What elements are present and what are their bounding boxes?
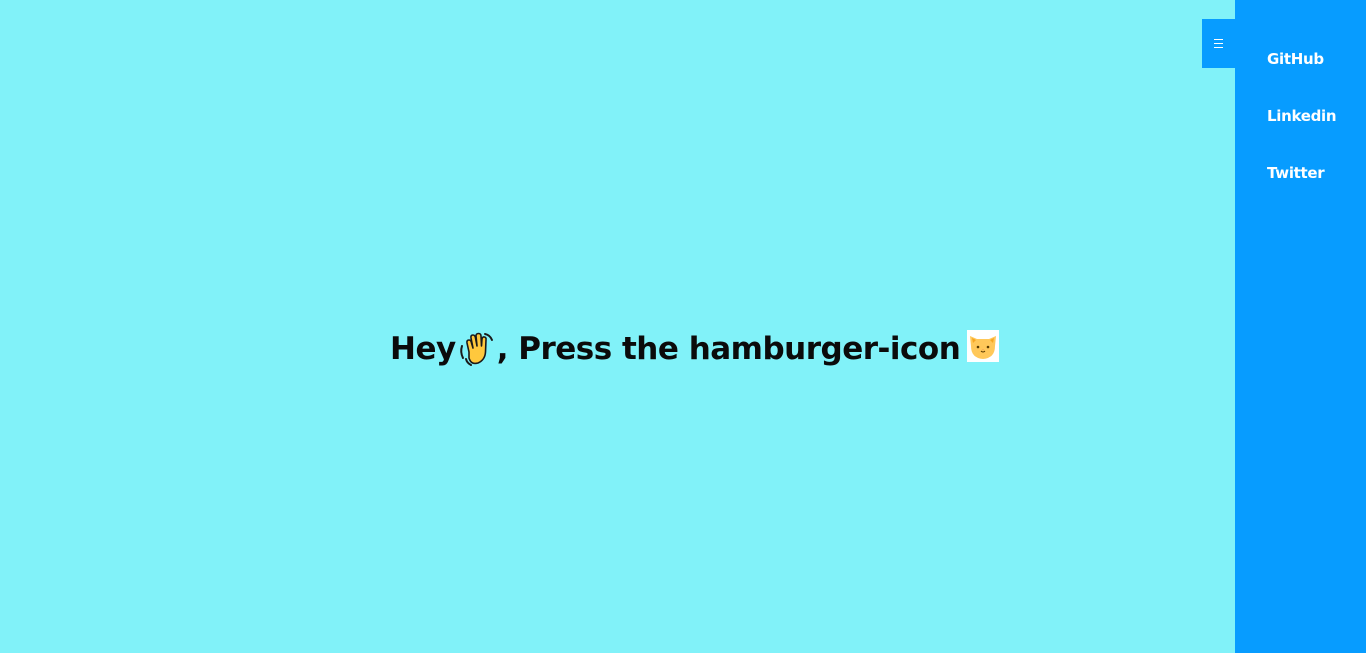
hero-text-rest: , Press the hamburger-icon [496,330,961,367]
hamburger-icon [1214,39,1223,48]
sidebar-link-twitter[interactable]: Twitter [1267,164,1325,182]
hamburger-menu-button[interactable] [1202,19,1235,68]
sidebar-link-github[interactable]: GitHub [1267,50,1324,68]
sidebar-link-linkedin[interactable]: Linkedin [1267,107,1337,125]
waving-hand-icon [459,332,493,366]
sidebar: GitHub Linkedin Twitter [1235,0,1366,653]
hero-text-hey: Hey [390,330,456,367]
hero-heading: Hey , Press the hamburger-icon [390,327,1000,371]
cat-face-icon [967,329,1000,362]
